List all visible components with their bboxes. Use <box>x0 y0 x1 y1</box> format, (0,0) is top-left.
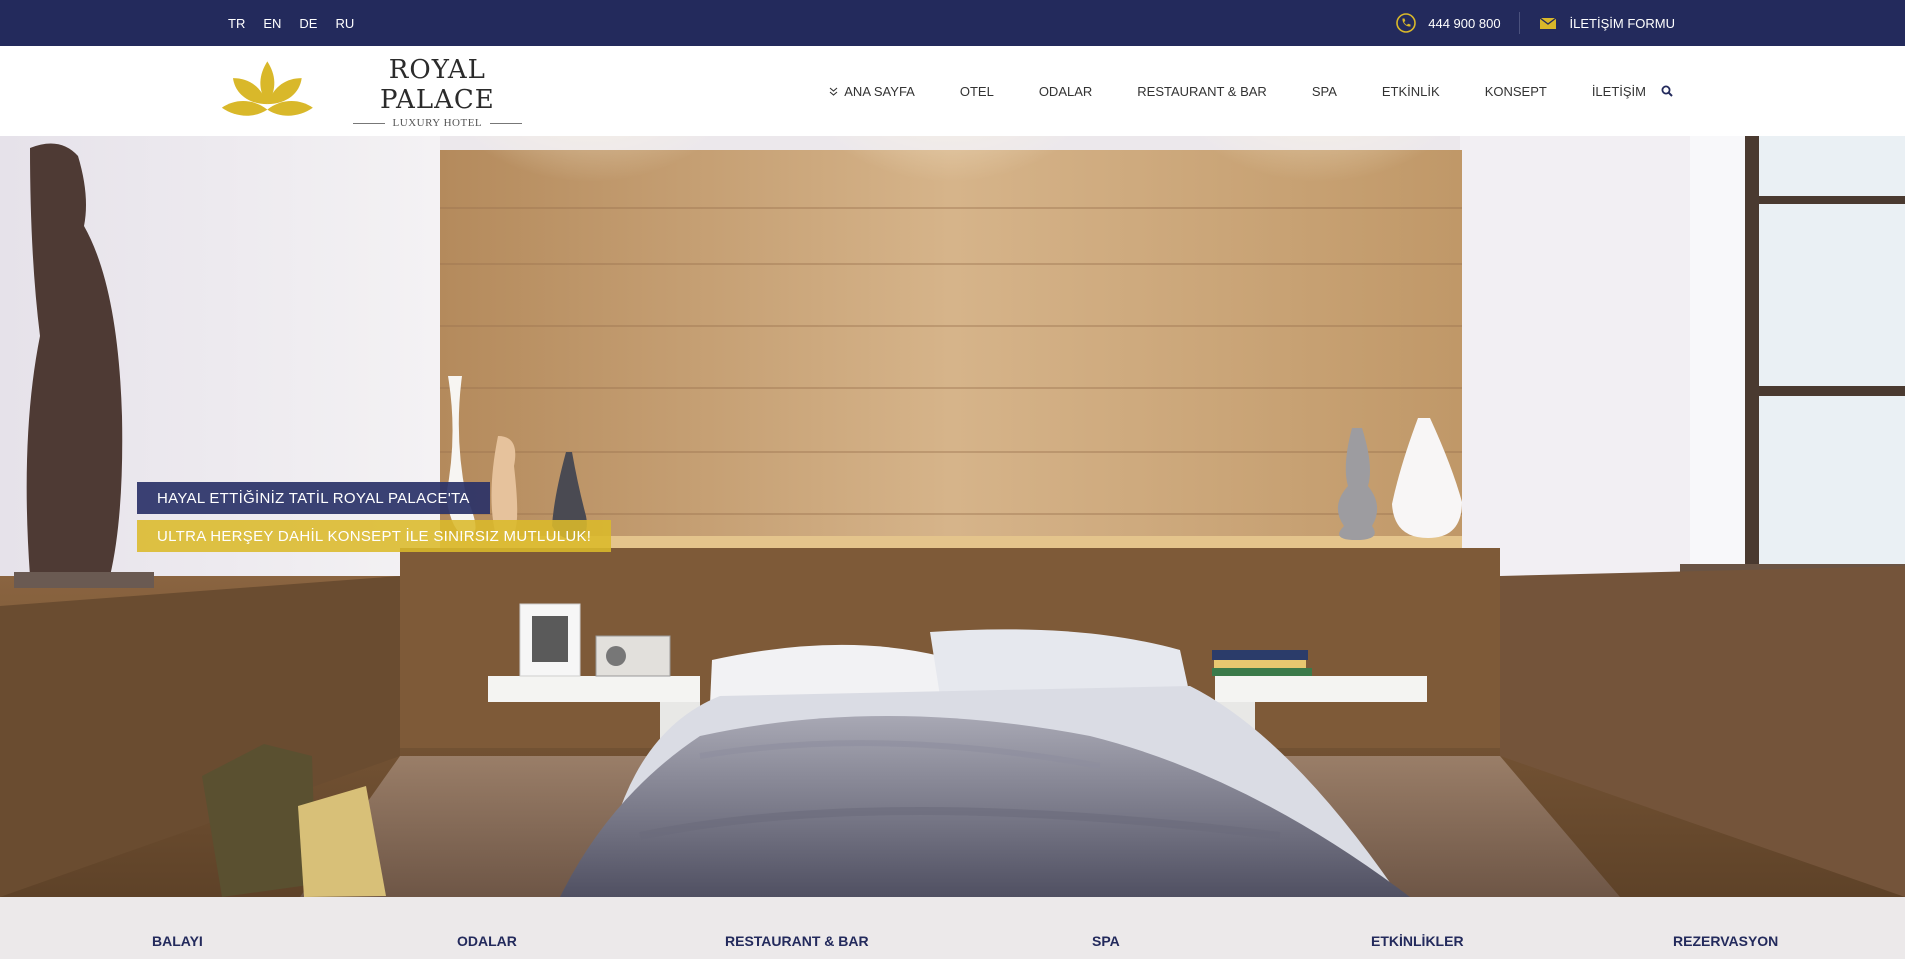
hero-bedroom-image <box>0 136 1905 897</box>
nav-item-hotel[interactable]: OTEL <box>960 84 994 99</box>
tagline-rule-right <box>490 122 523 124</box>
envelope-icon <box>1539 17 1556 29</box>
feature-honeymoon[interactable]: BALAYI <box>152 933 203 949</box>
site-header: ROYAL PALACE LUXURY HOTEL ANA SAYFA OTEL… <box>0 46 1905 136</box>
contact-form-link[interactable]: İLETİŞİM FORMU <box>1538 13 1675 33</box>
feature-links-bar: BALAYI ODALAR RESTAURANT & BAR SPA ETKİN… <box>0 897 1905 959</box>
phone-number: 444 900 800 <box>1428 15 1501 31</box>
feature-restaurant-bar[interactable]: RESTAURANT & BAR <box>725 933 869 949</box>
logo-text: ROYAL PALACE LUXURY HOTEL <box>335 55 540 129</box>
feature-rooms[interactable]: ODALAR <box>457 933 517 949</box>
nav-item-rooms[interactable]: ODALAR <box>1039 84 1092 99</box>
nav-item-spa[interactable]: SPA <box>1312 84 1337 99</box>
chevron-down-icon <box>829 87 838 96</box>
search-button[interactable] <box>1661 85 1673 97</box>
lang-en[interactable]: EN <box>263 16 281 31</box>
site-logo[interactable]: ROYAL PALACE LUXURY HOTEL <box>220 54 540 130</box>
hero-slider[interactable]: HAYAL ETTİĞİNİZ TATİL ROYAL PALACE'TA UL… <box>0 136 1905 897</box>
phone-icon <box>1396 13 1417 33</box>
lotus-icon <box>221 61 313 116</box>
tagline-rule-left <box>352 122 385 124</box>
feature-events[interactable]: ETKİNLİKLER <box>1371 933 1464 949</box>
brand-name: ROYAL PALACE <box>379 55 495 115</box>
lang-tr[interactable]: TR <box>228 16 245 31</box>
divider <box>1518 12 1520 34</box>
feature-spa[interactable]: SPA <box>1092 933 1120 949</box>
hero-subline: ULTRA HERŞEY DAHİL KONSEPT İLE SINIRSIZ … <box>137 520 612 552</box>
search-icon <box>1661 85 1673 97</box>
feature-reservation[interactable]: REZERVASYON <box>1673 933 1778 949</box>
nav-item-concept[interactable]: KONSEPT <box>1485 84 1547 99</box>
nav-item-home[interactable]: ANA SAYFA <box>829 84 915 99</box>
main-nav: ANA SAYFA OTEL ODALAR RESTAURANT & BAR S… <box>829 46 1673 136</box>
brand-tagline: LUXURY HOTEL <box>392 117 483 129</box>
nav-label: ANA SAYFA <box>844 83 915 99</box>
nav-item-contact[interactable]: İLETİŞİM <box>1592 84 1646 99</box>
contact-info: 444 900 800 İLETİŞİM FORMU <box>1396 0 1675 46</box>
nav-item-restaurant[interactable]: RESTAURANT & BAR <box>1137 84 1267 99</box>
language-switcher: TR EN DE RU <box>228 0 354 46</box>
contact-form-label: İLETİŞİM FORMU <box>1569 15 1675 31</box>
lang-de[interactable]: DE <box>299 16 317 31</box>
top-bar: TR EN DE RU 444 900 800 İLETİŞİM FORMU <box>0 0 1905 46</box>
brand-tagline-row: LUXURY HOTEL <box>335 117 540 129</box>
lang-ru[interactable]: RU <box>335 16 354 31</box>
nav-item-events[interactable]: ETKİNLİK <box>1382 84 1440 99</box>
phone-link[interactable]: 444 900 800 <box>1396 13 1501 33</box>
hero-headline: HAYAL ETTİĞİNİZ TATİL ROYAL PALACE'TA <box>137 482 490 514</box>
